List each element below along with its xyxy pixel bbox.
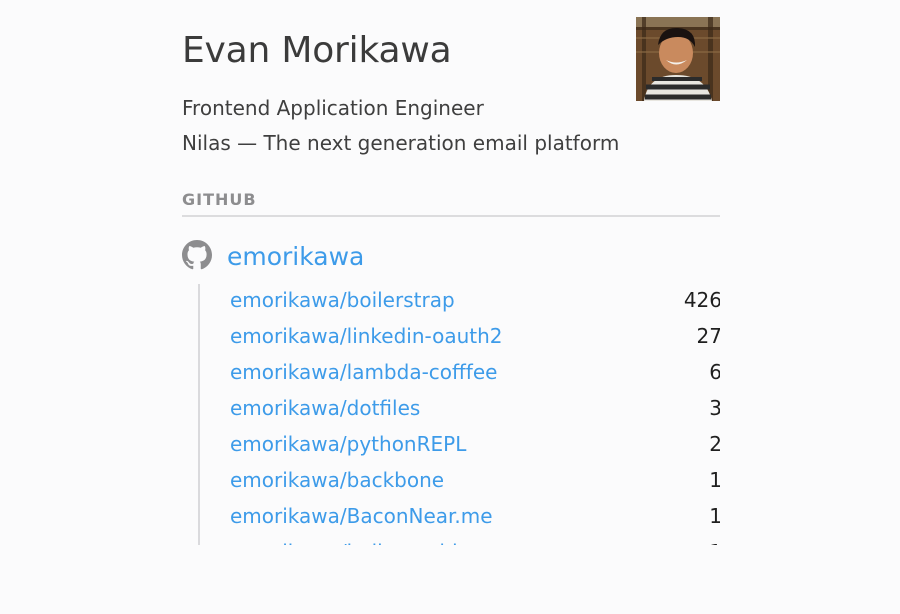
repo-star-count: 1 bbox=[709, 500, 720, 532]
list-item: emorikawa/pythonREPL 2 bbox=[230, 428, 720, 464]
profile-sidebar: Evan Morikawa Frontend Application Engin… bbox=[182, 0, 720, 545]
repo-link[interactable]: emorikawa/boilerstrap bbox=[230, 284, 455, 316]
list-item: emorikawa/linkedin-oauth2 27 bbox=[230, 320, 720, 356]
github-username-link[interactable]: emorikawa bbox=[227, 241, 364, 273]
repo-link[interactable]: emorikawa/backbone bbox=[230, 464, 444, 496]
repo-star-count: 3 bbox=[709, 392, 720, 424]
repo-link[interactable]: emorikawa/lambda-cofffee bbox=[230, 356, 497, 388]
list-item: emorikawa/BaconNear.me 1 bbox=[230, 500, 720, 536]
github-section-heading: GITHUB bbox=[182, 189, 720, 217]
github-octocat-icon bbox=[182, 240, 212, 270]
list-item: emorikawa/boilerstrap 426 bbox=[230, 284, 720, 320]
repo-star-count: 426 bbox=[683, 288, 720, 312]
repo-link[interactable]: emorikawa/dotfiles bbox=[230, 392, 420, 424]
profile-name: Evan Morikawa bbox=[182, 30, 452, 71]
list-item: emorikawa/backbone 1 bbox=[230, 464, 720, 500]
repo-list: emorikawa/boilerstrap 426 emorikawa/link… bbox=[198, 284, 720, 545]
list-item: emorikawa/lambda-cofffee 6 bbox=[230, 356, 720, 392]
repo-star-count: 27 bbox=[696, 324, 720, 348]
repo-star-count: 1 bbox=[709, 464, 720, 496]
repo-star-count: 2 bbox=[709, 428, 720, 460]
repo-link[interactable]: emorikawa/BaconNear.me bbox=[230, 500, 493, 532]
company-description: Nilas — The next generation email platfo… bbox=[182, 131, 620, 155]
repo-link[interactable]: emorikawa/linkedin-oauth2 bbox=[230, 320, 503, 352]
list-item: emorikawa/dotfiles 3 bbox=[230, 392, 720, 428]
job-title: Frontend Application Engineer bbox=[182, 96, 484, 120]
list-item: emorikawa/hello-world 1 bbox=[230, 536, 720, 545]
repo-star-count: 1 bbox=[709, 536, 720, 545]
repo-link[interactable]: emorikawa/hello-world bbox=[230, 536, 458, 545]
avatar bbox=[636, 17, 720, 101]
repo-star-count: 6 bbox=[709, 356, 720, 388]
repo-link[interactable]: emorikawa/pythonREPL bbox=[230, 428, 466, 460]
